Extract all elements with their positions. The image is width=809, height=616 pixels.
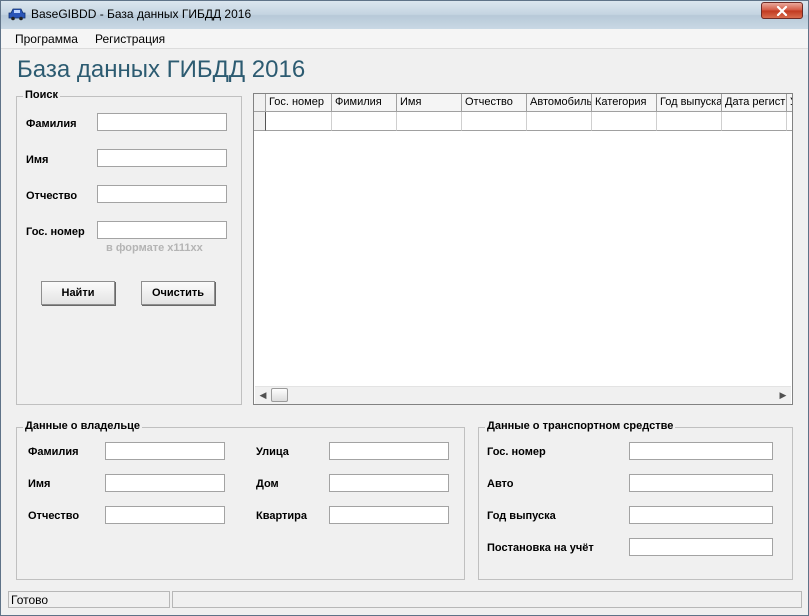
column-header-lastname[interactable]: Фимилия <box>332 94 397 112</box>
horizontal-scrollbar[interactable]: ◀ ▶ <box>255 386 791 404</box>
table-cell[interactable] <box>787 112 792 131</box>
row-header[interactable] <box>254 112 266 131</box>
table-cell[interactable] <box>462 112 527 131</box>
column-header-year[interactable]: Год выпуска <box>657 94 722 112</box>
close-icon <box>776 6 788 16</box>
column-header-category[interactable]: Категория <box>592 94 657 112</box>
table-cell[interactable] <box>592 112 657 131</box>
owner-patronymic-label: Отчество <box>28 510 80 522</box>
vehicle-group-label: Данные о транспортном средстве <box>485 420 676 432</box>
vehicle-auto-input[interactable] <box>629 474 773 492</box>
owner-house-input[interactable] <box>329 474 449 492</box>
search-plate-input[interactable] <box>97 221 227 239</box>
search-lastname-label: Фамилия <box>26 118 77 130</box>
vehicle-registration-label: Постановка на учёт <box>487 542 594 554</box>
owner-house-label: Дом <box>256 478 279 490</box>
scroll-right-icon[interactable]: ▶ <box>777 390 789 401</box>
owner-firstname-input[interactable] <box>105 474 225 492</box>
app-window: BaseGIBDD - База данных ГИБДД 2016 Прогр… <box>0 0 809 616</box>
table-cell[interactable] <box>657 112 722 131</box>
table-cell[interactable] <box>266 112 332 131</box>
column-header-extra[interactable]: У <box>787 94 792 112</box>
vehicle-plate-input[interactable] <box>629 442 773 460</box>
page-title: База данных ГИБДД 2016 <box>17 56 306 83</box>
search-lastname-input[interactable] <box>97 113 227 131</box>
scroll-left-icon[interactable]: ◀ <box>257 390 269 401</box>
owner-apartment-input[interactable] <box>329 506 449 524</box>
column-header-patronymic[interactable]: Отчество <box>462 94 527 112</box>
owner-lastname-label: Фамилия <box>28 446 79 458</box>
clear-button[interactable]: Очистить <box>141 281 215 305</box>
search-firstname-input[interactable] <box>97 149 227 167</box>
search-group-label: Поиск <box>23 89 61 101</box>
status-bar: Готово <box>1 590 808 615</box>
table-cell[interactable] <box>332 112 397 131</box>
car-app-icon <box>8 8 26 21</box>
search-patronymic-input[interactable] <box>97 185 227 203</box>
status-text: Готово <box>8 591 170 608</box>
table-cell[interactable] <box>397 112 462 131</box>
column-header-plate[interactable]: Гос. номер <box>266 94 332 112</box>
vehicle-year-input[interactable] <box>629 506 773 524</box>
find-button[interactable]: Найти <box>41 281 115 305</box>
owner-lastname-input[interactable] <box>105 442 225 460</box>
search-firstname-label: Имя <box>26 154 49 166</box>
owner-apartment-label: Квартира <box>256 510 308 522</box>
column-header-reg-date[interactable]: Дата регист <box>722 94 787 112</box>
owner-group: Данные о владельце Фамилия Имя Отчество … <box>16 420 465 580</box>
plate-format-hint: в формате х111хх <box>106 242 203 254</box>
title-bar[interactable]: BaseGIBDD - База данных ГИБДД 2016 <box>1 1 808 29</box>
owner-street-input[interactable] <box>329 442 449 460</box>
menu-registration[interactable]: Регистрация <box>95 32 165 46</box>
window-title: BaseGIBDD - База данных ГИБДД 2016 <box>31 7 252 21</box>
vehicle-group: Данные о транспортном средстве Гос. номе… <box>478 420 793 580</box>
owner-firstname-label: Имя <box>28 478 51 490</box>
owner-patronymic-input[interactable] <box>105 506 225 524</box>
vehicle-plate-label: Гос. номер <box>487 446 546 458</box>
results-grid[interactable]: Гос. номер Фимилия Имя Отчество Автомоби… <box>253 93 793 405</box>
vehicle-auto-label: Авто <box>487 478 514 490</box>
owner-group-label: Данные о владельце <box>23 420 143 432</box>
table-cell[interactable] <box>527 112 592 131</box>
vehicle-registration-input[interactable] <box>629 538 773 556</box>
status-panel <box>172 591 802 608</box>
close-button[interactable] <box>761 2 803 19</box>
menu-bar: Программа Регистрация <box>1 29 808 49</box>
menu-programma[interactable]: Программа <box>15 32 78 46</box>
owner-street-label: Улица <box>256 446 289 458</box>
search-group: Поиск Фамилия Имя Отчество Гос. номер в … <box>16 89 242 405</box>
vehicle-year-label: Год выпуска <box>487 510 556 522</box>
grid-corner <box>254 94 266 112</box>
search-patronymic-label: Отчество <box>26 190 78 202</box>
search-plate-label: Гос. номер <box>26 226 85 238</box>
column-header-car[interactable]: Автомобиль <box>527 94 592 112</box>
column-header-firstname[interactable]: Имя <box>397 94 462 112</box>
scroll-thumb[interactable] <box>271 388 288 402</box>
table-cell[interactable] <box>722 112 787 131</box>
